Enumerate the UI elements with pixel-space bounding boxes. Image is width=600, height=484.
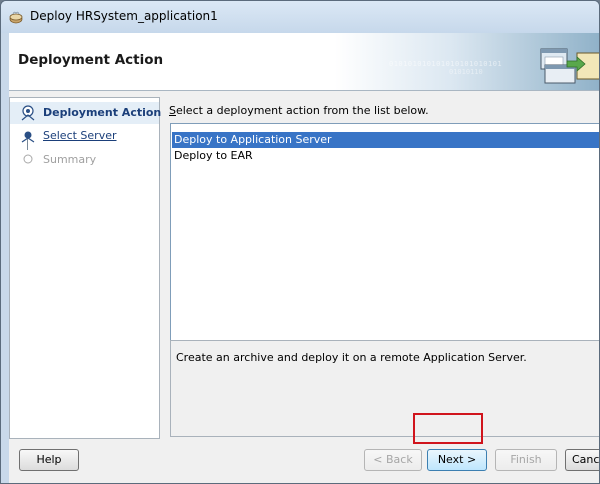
- action-description: Create an archive and deploy it on a rem…: [176, 351, 527, 364]
- nav-step-deployment-action[interactable]: Deployment Action: [10, 102, 162, 124]
- list-item-deploy-to-application-server[interactable]: Deploy to Application Server: [172, 132, 599, 148]
- help-button[interactable]: Help: [19, 449, 79, 471]
- next-button[interactable]: Next >: [427, 449, 487, 471]
- back-button[interactable]: < Back: [364, 449, 422, 471]
- nav-step-label: Select Server: [43, 129, 117, 142]
- page-title: Deployment Action: [18, 52, 164, 68]
- current-step-icon: [21, 105, 35, 121]
- nav-step-label: Deployment Action: [43, 106, 162, 119]
- instruction-text: Select a deployment action from the list…: [169, 104, 429, 117]
- deploy-dialog-window: Deploy HRSystem_application1 Deployment …: [0, 0, 600, 484]
- action-description-panel: Create an archive and deploy it on a rem…: [170, 340, 599, 437]
- header-binary-decoration-2: 01010110: [449, 68, 483, 76]
- instruction-mnemonic: S: [169, 104, 176, 117]
- list-item-deploy-to-ear[interactable]: Deploy to EAR: [172, 148, 599, 164]
- disabled-step-icon: [23, 154, 33, 164]
- instruction-rest: elect a deployment action from the list …: [175, 104, 429, 117]
- deployment-action-list[interactable]: Deploy to Application Server Deploy to E…: [170, 123, 599, 361]
- dialog-client-area: Deployment Action 0101010101010101010101…: [9, 33, 599, 483]
- app-cup-icon: [9, 11, 23, 24]
- next-button-highlight-box: [413, 413, 483, 444]
- cancel-button[interactable]: Cance: [565, 449, 599, 471]
- pending-step-icon: [21, 131, 35, 143]
- page-header: Deployment Action 0101010101010101010101…: [9, 33, 599, 91]
- nav-step-summary: Summary: [10, 149, 159, 171]
- header-binary-decoration: 010101010101010101010101: [389, 60, 503, 68]
- wizard-step-nav: Deployment Action Select Server Summary: [9, 97, 162, 439]
- nav-step-label: Summary: [43, 153, 97, 166]
- finish-button[interactable]: Finish: [495, 449, 557, 471]
- deployment-graphic-icon: [540, 48, 599, 84]
- window-title: Deploy HRSystem_application1: [30, 9, 218, 23]
- nav-step-select-server[interactable]: Select Server: [10, 125, 159, 147]
- title-bar[interactable]: Deploy HRSystem_application1: [1, 1, 599, 33]
